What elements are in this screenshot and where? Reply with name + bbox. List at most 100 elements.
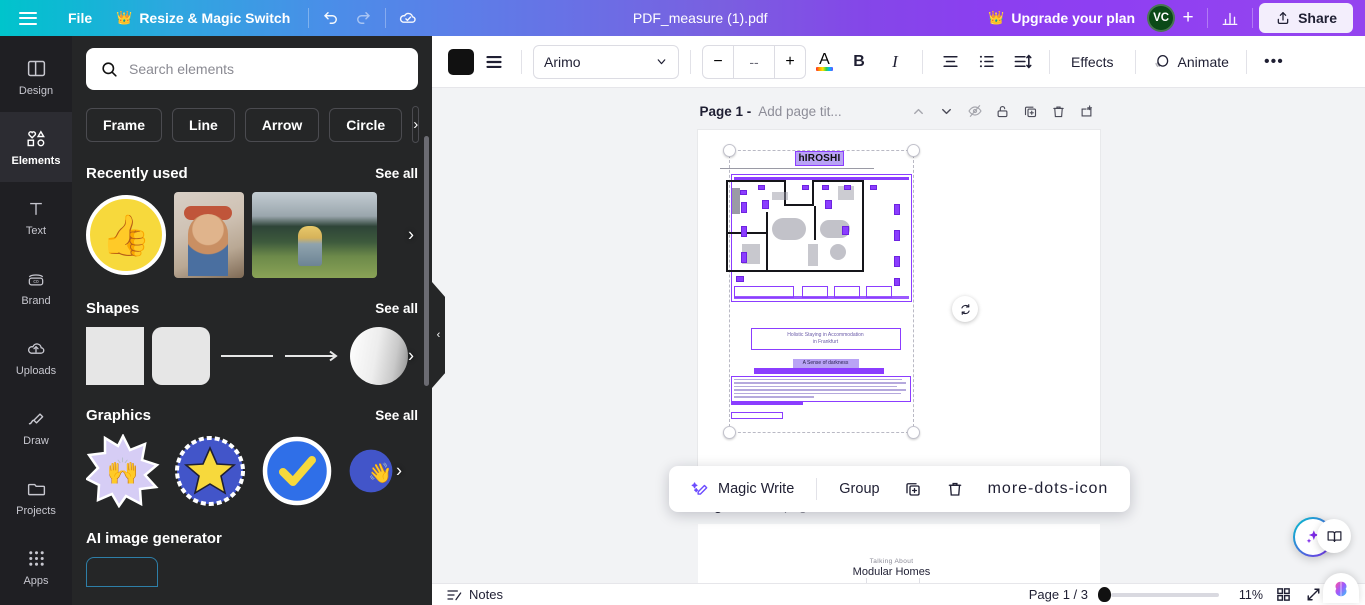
line-shape[interactable] [218, 327, 276, 385]
page-2-canvas[interactable]: Talking About Modular Homes [697, 524, 1100, 583]
duplicate-icon[interactable] [894, 474, 932, 504]
selection-handle-tr[interactable] [906, 144, 920, 157]
line-spacing-icon[interactable] [1006, 46, 1038, 78]
delete-page-icon[interactable] [1046, 98, 1072, 124]
magic-write-label: Magic Write [718, 481, 795, 497]
more-dots-icon[interactable]: more-dots-icon [978, 474, 1119, 504]
font-size-increase[interactable]: + [775, 46, 805, 78]
chevron-up-icon[interactable] [906, 98, 932, 124]
animate-button[interactable]: Animate [1147, 46, 1235, 78]
undo-icon[interactable] [315, 2, 347, 34]
shapes-see-all[interactable]: See all [375, 301, 418, 316]
circle-gradient-shape[interactable] [350, 327, 408, 385]
chip-line[interactable]: Line [172, 107, 235, 142]
cloud-check-icon[interactable] [392, 2, 424, 34]
bold-button[interactable]: B [843, 46, 875, 78]
file-menu-button[interactable]: File [56, 4, 104, 32]
zoom-slider-track[interactable] [1111, 592, 1219, 597]
mountain-photo-thumbnail[interactable] [252, 192, 377, 278]
graphics-see-all[interactable]: See all [375, 408, 418, 423]
selection-handle-bl[interactable] [722, 426, 736, 439]
accommodation-caption[interactable]: Holistic Staying in Accommodation in Fra… [750, 328, 901, 350]
recently-used-next-icon[interactable]: › [408, 225, 414, 246]
page-indicator[interactable]: Page 1 / 3 [1029, 587, 1088, 602]
woman-photo-thumbnail[interactable] [174, 192, 244, 278]
share-button[interactable]: Share [1259, 3, 1353, 33]
avatar[interactable]: VC [1147, 4, 1176, 32]
open-book-icon[interactable] [1317, 519, 1351, 553]
sidebar-item-text[interactable]: Text [0, 182, 72, 252]
selection-handle-tl[interactable] [722, 144, 736, 157]
arrow-shape[interactable] [284, 327, 342, 385]
zoom-slider-knob[interactable] [1098, 587, 1111, 602]
sidebar-item-apps[interactable]: Apps [0, 532, 72, 602]
selection-dash-right [912, 150, 914, 432]
panel-collapse-handle[interactable]: ‹ [432, 282, 445, 388]
page-1-title-input[interactable]: Add page tit... [758, 104, 841, 119]
search-input[interactable] [129, 61, 404, 77]
square-shape[interactable] [86, 327, 144, 385]
rotate-handle-icon[interactable] [952, 296, 978, 322]
lock-icon[interactable] [990, 98, 1016, 124]
sidebar-item-elements[interactable]: Elements [0, 112, 72, 182]
sidebar-item-projects[interactable]: Projects [0, 462, 72, 532]
more-options-button[interactable]: ••• [1258, 46, 1290, 78]
hide-page-icon[interactable] [962, 98, 988, 124]
magic-write-button[interactable]: Magic Write [681, 474, 804, 505]
text-color-swatch[interactable] [448, 48, 474, 75]
trash-icon[interactable] [936, 474, 974, 504]
group-button[interactable]: Group [829, 475, 889, 503]
graphics-next-icon[interactable]: › [396, 461, 402, 482]
upgrade-plan-button[interactable]: 👑 Upgrade your plan [976, 4, 1147, 32]
waving-hand-badge[interactable]: 👋 [347, 434, 395, 508]
star-badge[interactable] [173, 434, 247, 508]
fullscreen-icon[interactable] [1303, 585, 1323, 605]
notes-button[interactable]: Notes [446, 587, 503, 602]
panel-scrollbar[interactable] [424, 136, 429, 386]
shapes-next-icon[interactable]: › [408, 346, 414, 367]
grid-view-icon[interactable] [1273, 585, 1293, 605]
thumbs-up-sticker[interactable]: 👍 [86, 195, 166, 275]
redo-icon[interactable] [347, 2, 379, 34]
resize-magic-switch-button[interactable]: 👑 Resize & Magic Switch [104, 4, 302, 32]
hamburger-icon[interactable] [0, 8, 56, 28]
font-size-decrease[interactable]: − [703, 46, 733, 78]
document-title[interactable]: PDF_measure (1).pdf [623, 4, 778, 32]
stack-lines-icon[interactable] [478, 46, 510, 78]
align-center-icon[interactable] [934, 46, 966, 78]
bar-chart-icon[interactable] [1214, 2, 1246, 34]
search-box[interactable] [86, 48, 418, 90]
bullet-list-icon[interactable] [970, 46, 1002, 78]
selection-handle-br[interactable] [906, 426, 920, 439]
darkness-heading[interactable]: A Sense of darkness [792, 359, 859, 368]
ai-brain-icon[interactable] [1323, 573, 1359, 603]
add-page-icon[interactable] [1074, 98, 1100, 124]
sidebar-item-brand[interactable]: co Brand [0, 252, 72, 322]
invite-members-button[interactable]: + [1175, 5, 1201, 31]
chip-frame[interactable]: Frame [86, 107, 163, 142]
page-1-label: Page 1 - [699, 103, 752, 119]
font-family-select[interactable]: Arimo [533, 44, 679, 79]
italic-button[interactable]: I [879, 46, 911, 78]
body-paragraph[interactable] [730, 376, 911, 402]
font-color-letter: A [819, 51, 830, 68]
page-1-canvas[interactable]: hIROSHI Holistic Staying in Accommodatio… [697, 130, 1100, 478]
ai-image-generator-preview[interactable] [86, 557, 158, 587]
rounded-square-shape[interactable] [152, 327, 210, 385]
clapping-hands-badge[interactable]: 🙌 [86, 434, 160, 508]
sidebar-item-design[interactable]: Design [0, 42, 72, 112]
effects-button[interactable]: Effects [1061, 46, 1124, 78]
chevron-down-icon[interactable] [934, 98, 960, 124]
recently-used-see-all[interactable]: See all [375, 166, 418, 181]
chevron-right-icon[interactable]: › [412, 106, 420, 143]
font-color-button[interactable]: A [810, 52, 839, 71]
zoom-slider[interactable] [1098, 587, 1219, 602]
chip-circle[interactable]: Circle [329, 107, 403, 142]
verified-check-badge[interactable] [260, 434, 334, 508]
sidebar-item-draw[interactable]: Draw [0, 392, 72, 462]
font-size-value[interactable]: -- [733, 45, 775, 78]
chip-arrow[interactable]: Arrow [244, 107, 320, 142]
sidebar-item-uploads[interactable]: Uploads [0, 322, 72, 392]
footer-tag[interactable] [730, 412, 783, 419]
duplicate-page-icon[interactable] [1018, 98, 1044, 124]
